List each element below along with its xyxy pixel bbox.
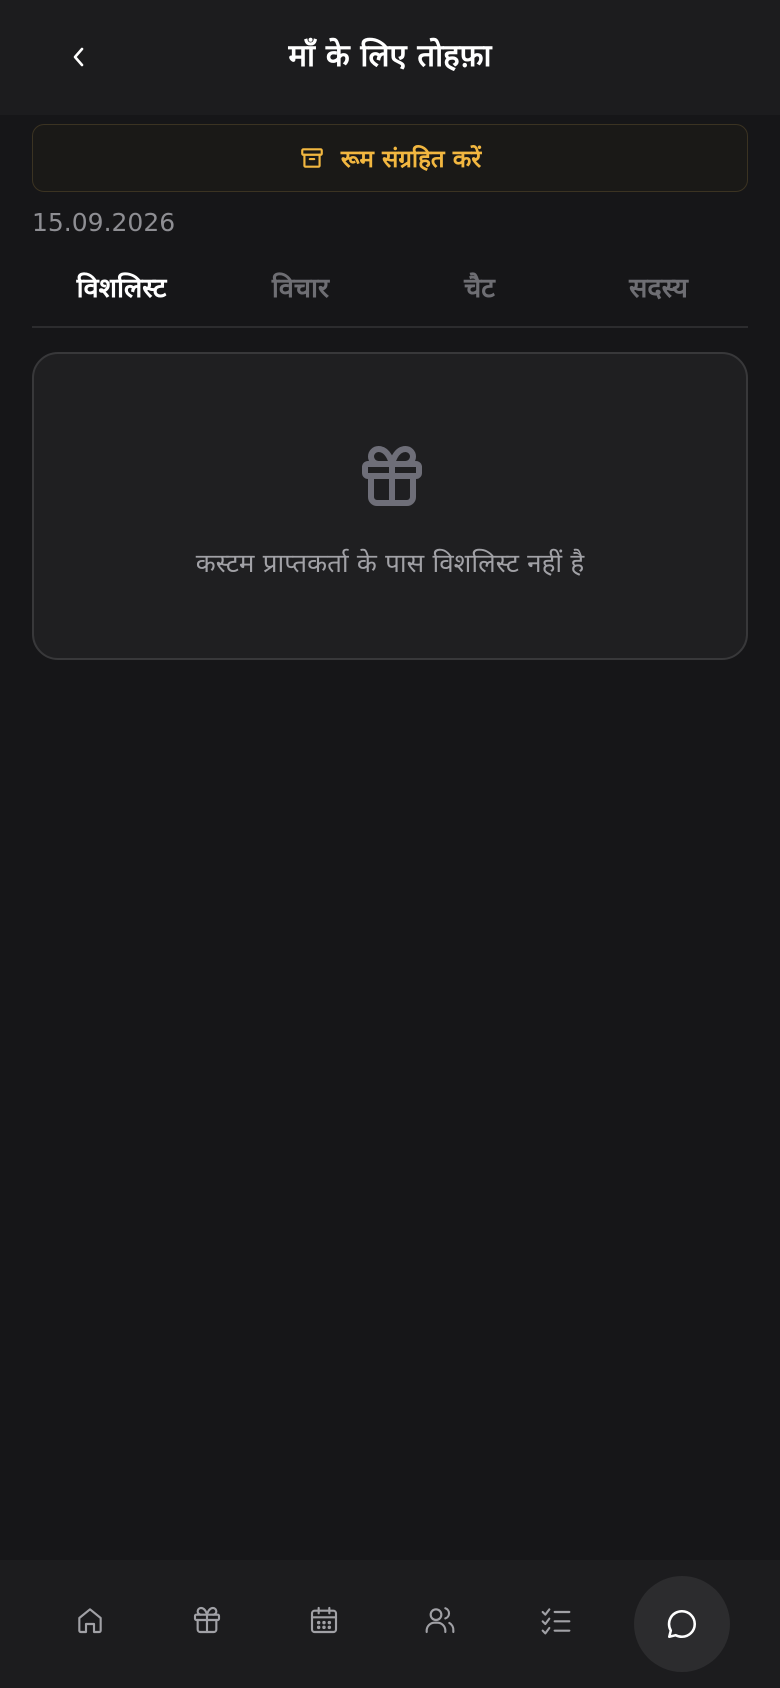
users-icon: [425, 1607, 455, 1634]
tab-wishlist[interactable]: विशलिस्ट: [32, 252, 211, 326]
nav-checklist[interactable]: [528, 1592, 584, 1648]
header: माँ के लिए तोहफ़ा: [0, 0, 780, 115]
empty-wishlist-card: कस्टम प्राप्तकर्ता के पास विशलिस्ट नहीं …: [32, 352, 748, 660]
room-date: 15.09.2026: [32, 208, 176, 237]
nav-gifts[interactable]: [179, 1592, 235, 1648]
checklist-icon: [541, 1608, 571, 1635]
nav-members[interactable]: [412, 1592, 468, 1648]
nav-home[interactable]: [62, 1592, 118, 1648]
tab-members[interactable]: सदस्य: [569, 252, 748, 326]
nav-calendar[interactable]: [296, 1592, 352, 1648]
gift-icon: [193, 1606, 221, 1634]
nav-chat[interactable]: [634, 1576, 730, 1672]
archive-icon: [300, 148, 323, 168]
calendar-icon: [310, 1606, 338, 1634]
page-title: माँ के लिए तोहफ़ा: [288, 38, 492, 74]
chat-icon: [667, 1609, 697, 1639]
empty-state-message: कस्टम प्राप्तकर्ता के पास विशलिस्ट नहीं …: [195, 549, 585, 579]
gift-icon: [362, 446, 422, 506]
archive-room-button[interactable]: रूम संग्रहित करें: [32, 124, 748, 192]
tab-bar: विशलिस्ट विचार चैट सदस्य: [32, 252, 748, 328]
home-icon: [78, 1608, 102, 1634]
archive-room-label: रूम संग्रहित करें: [340, 144, 482, 173]
bottom-navigation: [0, 1560, 780, 1688]
tab-ideas[interactable]: विचार: [211, 252, 390, 326]
tab-chat[interactable]: चैट: [390, 252, 569, 326]
